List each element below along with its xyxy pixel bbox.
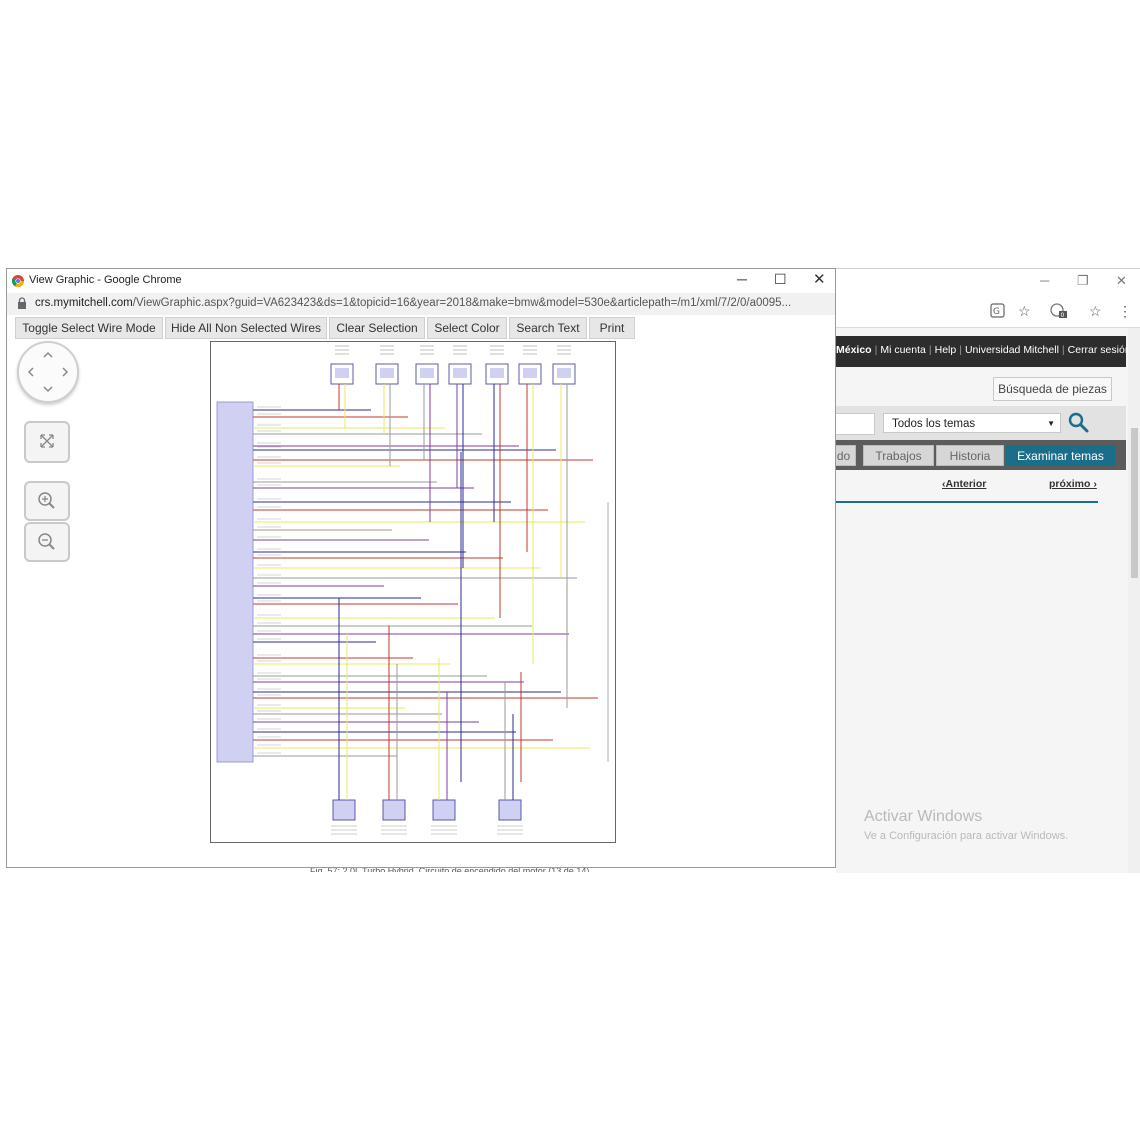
url-path: /ViewGraphic.aspx?guid=VA623423&ds=1&top… — [132, 297, 792, 309]
chrome-logo-icon — [12, 275, 24, 287]
prev-link[interactable]: ‹Anterior — [942, 478, 986, 490]
topics-select[interactable]: Todos los temas ▼ — [883, 413, 1061, 433]
svg-text:G: G — [993, 307, 1000, 317]
prev-link-label: Anterior — [945, 478, 987, 490]
link-country[interactable]: México — [836, 344, 872, 356]
background-titlebar: ─ ❐ ✕ — [836, 269, 1140, 297]
fit-to-screen-button[interactable] — [24, 421, 70, 463]
print-button[interactable]: Print — [589, 317, 635, 339]
top-link-bar: México | Mi cuenta | Help | Universidad Mitche… — [836, 336, 1131, 367]
minimize-button[interactable]: ─ — [1040, 273, 1049, 288]
tab-historia[interactable]: Historia — [936, 445, 1004, 466]
dropdown-arrow-icon: ▼ — [1047, 419, 1055, 428]
zoom-in-button[interactable] — [24, 481, 70, 521]
translate-icon[interactable]: G — [990, 303, 1005, 321]
svg-text:0: 0 — [1061, 312, 1065, 319]
fit-to-screen-icon — [40, 434, 54, 448]
toggle-select-wire-mode-button[interactable]: Toggle Select Wire Mode — [15, 317, 163, 339]
search-bar: Todos los temas ▼ — [836, 406, 1126, 440]
url-text: crs.mymitchell.com/ViewGraphic.aspx?guid… — [35, 297, 791, 309]
component-fill — [523, 368, 537, 378]
activate-windows-watermark: Activar Windows Ve a Configuración para … — [864, 808, 1068, 842]
component-fill — [335, 368, 349, 378]
address-bar[interactable]: crs.mymitchell.com/ViewGraphic.aspx?guid… — [7, 293, 835, 315]
link-university[interactable]: Universidad Mitchell — [965, 344, 1059, 356]
tab-examinar-temas[interactable]: Examinar temas — [1006, 445, 1115, 466]
component-box — [332, 799, 356, 821]
component-fill — [453, 368, 467, 378]
topics-select-value: Todos los temas — [892, 418, 976, 430]
view-graphic-window: View Graphic - Google Chrome ─ ☐ ✕ crs.m… — [6, 268, 836, 868]
scrollbar-thumb[interactable] — [1131, 428, 1138, 578]
minimize-button[interactable]: ─ — [737, 271, 747, 287]
pan-icon — [27, 351, 69, 393]
search-input[interactable] — [836, 413, 875, 435]
restore-button[interactable]: ❐ — [1077, 273, 1089, 289]
search-text-button[interactable]: Search Text — [509, 317, 587, 339]
link-logout[interactable]: Cerrar sesión — [1068, 344, 1131, 356]
background-browser-window: ─ ❐ ✕ G ☆ 0 ☆ ⋮ México | Mi cuenta | Help | Un… — [831, 268, 1140, 873]
browser-toolbar: G ☆ 0 ☆ ⋮ — [836, 297, 1140, 328]
extension-icon[interactable]: 0 — [1050, 303, 1068, 322]
pager-links: ‹Anterior próximo › — [836, 478, 1126, 498]
tabs-bar: do Trabajos Historia Examinar temas — [831, 440, 1126, 470]
next-link[interactable]: próximo › — [1049, 478, 1097, 490]
close-button[interactable]: ✕ — [1116, 273, 1127, 289]
window-titlebar: View Graphic - Google Chrome ─ ☐ ✕ — [7, 269, 835, 293]
close-button[interactable]: ✕ — [813, 270, 826, 288]
component-fill — [557, 368, 571, 378]
star-icon[interactable]: ☆ — [1018, 303, 1031, 320]
component-fill — [420, 368, 434, 378]
clear-selection-button[interactable]: Clear Selection — [329, 317, 425, 339]
hide-non-selected-wires-button[interactable]: Hide All Non Selected Wires — [165, 317, 327, 339]
search-icon[interactable] — [1068, 412, 1090, 434]
component-fill — [380, 368, 394, 378]
zoom-in-icon — [38, 492, 55, 509]
link-my-account[interactable]: Mi cuenta — [880, 344, 926, 356]
component-fill — [490, 368, 504, 378]
zoom-out-button[interactable] — [24, 522, 70, 562]
activate-subtitle: Ve a Configuración para activar Windows. — [864, 830, 1069, 842]
divider — [836, 501, 1098, 503]
bookmark-star-icon[interactable]: ☆ — [1089, 303, 1102, 320]
parts-search-button[interactable]: Búsqueda de piezas — [993, 377, 1112, 401]
activate-title: Activar Windows — [864, 808, 983, 825]
tab-trabajos[interactable]: Trabajos — [863, 445, 934, 466]
zoom-out-icon — [38, 533, 55, 550]
mitchell-page: México | Mi cuenta | Help | Universidad Mitche… — [831, 328, 1140, 873]
top-links: México | Mi cuenta | Help | Universidad Mitche… — [836, 344, 1131, 356]
maximize-button[interactable]: ☐ — [774, 271, 787, 288]
lock-icon — [18, 297, 26, 309]
pan-control[interactable] — [17, 341, 79, 403]
url-domain: crs.mymitchell.com — [35, 297, 133, 309]
component-box — [498, 799, 522, 821]
menu-icon[interactable]: ⋮ — [1118, 303, 1132, 320]
component-box — [382, 799, 406, 821]
engine-control-connector — [216, 401, 254, 763]
next-link-label: próximo — [1049, 478, 1091, 490]
wiring-diagram-graphic[interactable] — [211, 342, 615, 842]
select-color-button[interactable]: Select Color — [427, 317, 507, 339]
wiring-diagram[interactable] — [210, 341, 616, 843]
component-box — [432, 799, 456, 821]
link-help[interactable]: Help — [935, 344, 957, 356]
scrollbar[interactable] — [1128, 328, 1140, 873]
window-title: View Graphic - Google Chrome — [29, 274, 182, 286]
